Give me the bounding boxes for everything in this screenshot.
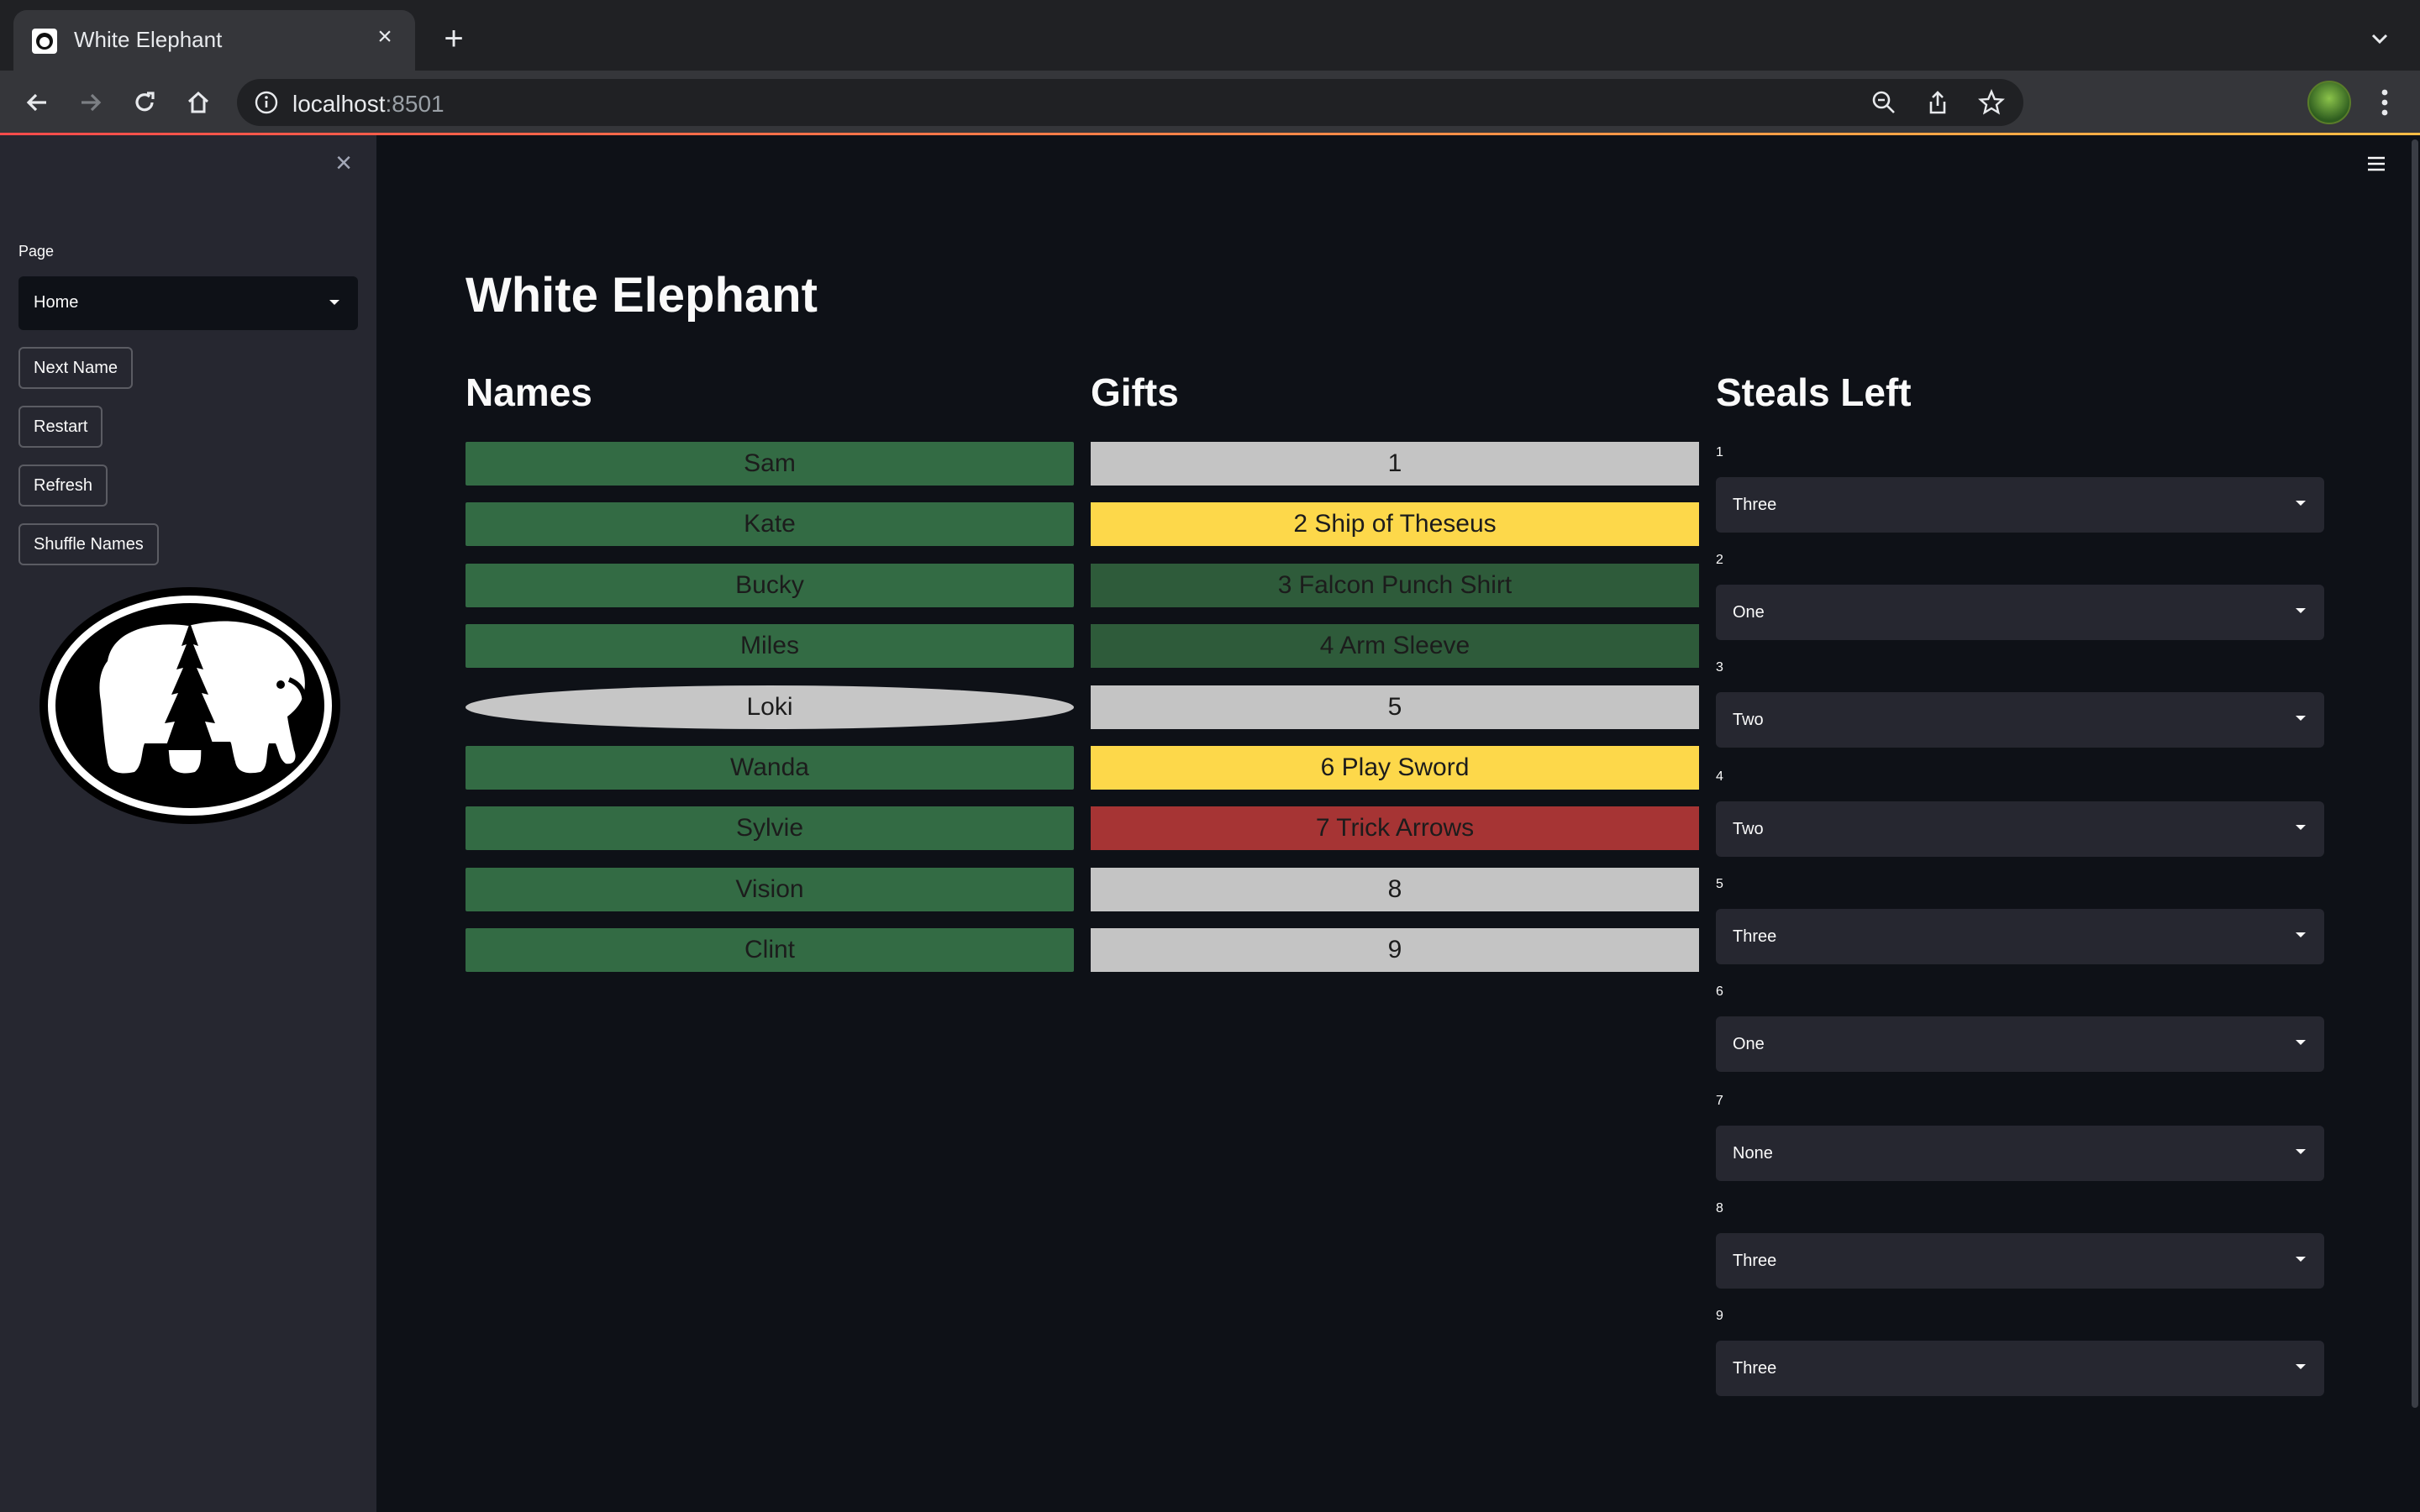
- steals-select-label: 8: [1716, 1201, 1723, 1215]
- name-cell: Vision: [466, 868, 1074, 911]
- gift-cell: 3 Falcon Punch Shirt: [1091, 564, 1699, 607]
- steals-select[interactable]: Two: [1716, 801, 2324, 857]
- steals-select[interactable]: Three: [1716, 909, 2324, 964]
- steals-select-value: Three: [1733, 1252, 1777, 1270]
- browser-menu-icon[interactable]: [2370, 84, 2400, 121]
- name-cell: Kate: [466, 502, 1074, 546]
- url-text: localhost:8501: [292, 91, 445, 117]
- steals-select-label: 5: [1716, 877, 1723, 891]
- back-icon[interactable]: [17, 82, 57, 123]
- steals-select-label: 6: [1716, 984, 1723, 999]
- gifts-heading: Gifts: [1091, 370, 1179, 414]
- gift-cell: 7 Trick Arrows: [1091, 806, 1699, 850]
- chevron-down-icon: [2296, 825, 2306, 830]
- steals-select-label: 3: [1716, 660, 1723, 675]
- name-cell: Sam: [466, 442, 1074, 486]
- steals-select[interactable]: Three: [1716, 1341, 2324, 1396]
- tab-close-icon[interactable]: ×: [370, 22, 400, 52]
- new-tab-icon[interactable]: +: [437, 22, 471, 55]
- steals-select[interactable]: Two: [1716, 692, 2324, 748]
- steals-select-value: Three: [1733, 1359, 1777, 1378]
- gift-cell: 8: [1091, 868, 1699, 911]
- steals-left-heading: Steals Left: [1716, 370, 1912, 414]
- steals-select[interactable]: One: [1716, 585, 2324, 640]
- name-cell: Wanda: [466, 746, 1074, 790]
- browser-tab-bar: White Elephant × +: [0, 0, 2420, 71]
- tab-title: White Elephant: [74, 27, 223, 52]
- hamburger-menu-icon[interactable]: [2365, 155, 2388, 173]
- gift-cell: 1: [1091, 442, 1699, 486]
- steals-select[interactable]: Three: [1716, 1233, 2324, 1289]
- steals-select-value: Two: [1733, 820, 1764, 838]
- address-bar[interactable]: localhost:8501: [237, 79, 2023, 126]
- steals-select-value: Three: [1733, 496, 1777, 514]
- name-cell: Miles: [466, 624, 1074, 668]
- chevron-down-icon: [2296, 501, 2306, 506]
- chevron-down-icon: [2296, 1040, 2306, 1045]
- site-info-icon[interactable]: [254, 90, 279, 115]
- steals-select-value: One: [1733, 1035, 1765, 1053]
- next-name-button[interactable]: Next Name: [18, 347, 134, 389]
- tab-search-chevron-icon[interactable]: [2365, 24, 2395, 54]
- forward-icon[interactable]: [71, 82, 111, 123]
- steals-select-value: Three: [1733, 927, 1777, 946]
- chevron-down-icon: [329, 300, 339, 305]
- steals-select-value: Two: [1733, 711, 1764, 729]
- gift-cell: 6 Play Sword: [1091, 746, 1699, 790]
- main-scrollbar[interactable]: [2412, 139, 2418, 1408]
- name-cell-current: Loki: [466, 685, 1074, 729]
- zoom-icon[interactable]: [1870, 89, 1897, 116]
- steals-select-value: One: [1733, 603, 1765, 622]
- chevron-down-icon: [2296, 1257, 2306, 1262]
- gift-cell: 9: [1091, 928, 1699, 972]
- page-select-value: Home: [34, 293, 79, 312]
- browser-tab[interactable]: White Elephant ×: [13, 10, 415, 71]
- steals-select-label: 1: [1716, 445, 1723, 459]
- steals-select[interactable]: Three: [1716, 477, 2324, 533]
- steals-select-label: 4: [1716, 769, 1723, 784]
- chevron-down-icon: [2296, 932, 2306, 937]
- gift-cell: 2 Ship of Theseus: [1091, 502, 1699, 546]
- chevron-down-icon: [2296, 608, 2306, 613]
- page-title: White Elephant: [466, 268, 818, 323]
- share-icon[interactable]: [1924, 89, 1951, 116]
- profile-avatar[interactable]: [2307, 81, 2351, 124]
- steals-select-label: 2: [1716, 553, 1723, 567]
- page-select-label: Page: [18, 243, 55, 260]
- chevron-down-icon: [2296, 1364, 2306, 1369]
- reload-icon[interactable]: [124, 82, 165, 123]
- steals-select[interactable]: None: [1716, 1126, 2324, 1181]
- elephant-favicon-icon: [32, 29, 57, 54]
- gift-cell: 5: [1091, 685, 1699, 729]
- restart-button[interactable]: Restart: [18, 406, 103, 448]
- chevron-down-icon: [2296, 716, 2306, 721]
- name-cell: Sylvie: [466, 806, 1074, 850]
- steals-select-label: 9: [1716, 1309, 1723, 1323]
- bookmark-star-icon[interactable]: [1978, 88, 2005, 116]
- white-elephant-logo: [39, 587, 340, 824]
- gift-cell: 4 Arm Sleeve: [1091, 624, 1699, 668]
- steals-select-value: None: [1733, 1144, 1773, 1163]
- chevron-down-icon: [2296, 1149, 2306, 1154]
- steals-select-label: 7: [1716, 1094, 1723, 1108]
- sidebar: × Page Home Next Name Restart Refresh Sh…: [0, 135, 376, 1512]
- shuffle-names-button[interactable]: Shuffle Names: [18, 523, 159, 565]
- home-icon[interactable]: [178, 82, 218, 123]
- refresh-button[interactable]: Refresh: [18, 465, 108, 507]
- browser-toolbar: localhost:8501: [0, 71, 2420, 134]
- name-cell: Bucky: [466, 564, 1074, 607]
- names-heading: Names: [466, 370, 592, 414]
- name-cell: Clint: [466, 928, 1074, 972]
- close-sidebar-icon[interactable]: ×: [329, 149, 358, 177]
- steals-select[interactable]: One: [1716, 1016, 2324, 1072]
- page-select[interactable]: Home: [18, 276, 358, 330]
